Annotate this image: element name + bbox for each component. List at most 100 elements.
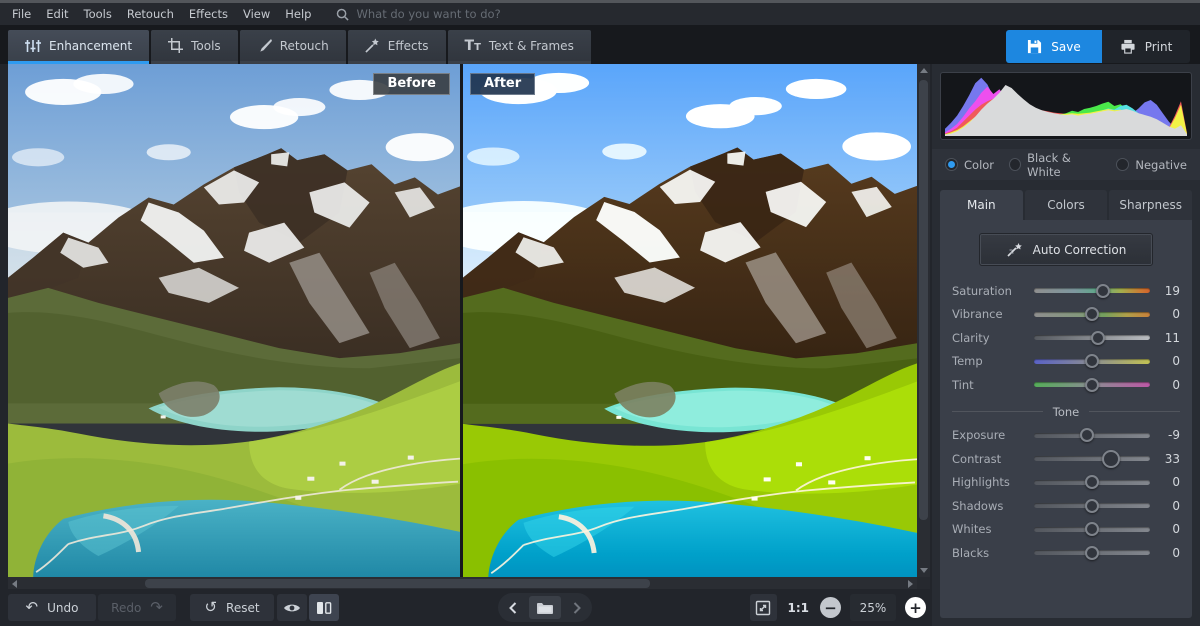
- tab-label: Effects: [388, 39, 429, 53]
- preview-original-button[interactable]: [277, 594, 307, 621]
- mode-radio-black-white[interactable]: Black & White: [1009, 151, 1101, 179]
- temp-value: 0: [1150, 354, 1180, 368]
- tint-slider-thumb[interactable]: [1085, 378, 1099, 392]
- slider-row-exposure: Exposure-9: [952, 424, 1180, 448]
- open-folder-button[interactable]: [529, 596, 561, 619]
- photo-editor-app: FileEditToolsRetouchEffectsViewHelp Enha…: [0, 0, 1200, 626]
- panel-tab-main[interactable]: Main: [940, 190, 1023, 220]
- menu-item-tools[interactable]: Tools: [84, 7, 112, 21]
- save-icon: [1027, 39, 1042, 54]
- slider-row-whites: Whites0: [952, 518, 1180, 542]
- zoom-level[interactable]: 25%: [850, 594, 896, 621]
- previous-photo-button[interactable]: [499, 596, 527, 619]
- adjustments-panel: Color Black & White Negative MainColorsSha…: [932, 64, 1200, 626]
- exposure-slider-track[interactable]: [1034, 433, 1150, 438]
- shadows-slider-thumb[interactable]: [1085, 499, 1099, 513]
- mode-label: Color: [964, 158, 994, 172]
- tone-section-label: Tone: [1053, 405, 1079, 419]
- print-button[interactable]: Print: [1102, 30, 1190, 63]
- vibrance-slider-thumb[interactable]: [1085, 307, 1099, 321]
- zoom-out-button[interactable]: −: [820, 597, 841, 618]
- after-image[interactable]: After: [463, 64, 917, 577]
- histogram-chart: [945, 76, 1187, 136]
- panel-tab-colors[interactable]: Colors: [1025, 190, 1108, 220]
- fit-to-screen-button[interactable]: [750, 594, 777, 621]
- zoom-controls: 1:1 − 25% +: [750, 594, 927, 621]
- tab-effects[interactable]: Effects: [348, 30, 446, 64]
- tab-tools[interactable]: Tools: [151, 30, 238, 64]
- clarity-slider-thumb[interactable]: [1091, 331, 1105, 345]
- blacks-slider-track[interactable]: [1034, 550, 1150, 555]
- menu-item-file[interactable]: File: [12, 7, 31, 21]
- radio-icon: [1116, 158, 1129, 171]
- auto-correction-label: Auto Correction: [1033, 243, 1127, 257]
- whites-slider-thumb[interactable]: [1085, 522, 1099, 536]
- clarity-slider-track[interactable]: [1034, 335, 1150, 340]
- highlights-slider-thumb[interactable]: [1085, 475, 1099, 489]
- undo-button[interactable]: ↶ Undo: [8, 594, 96, 621]
- compare-icon: [316, 601, 332, 615]
- highlights-slider-track[interactable]: [1034, 480, 1150, 485]
- redo-icon: ↷: [150, 600, 163, 615]
- tab-enhancement[interactable]: Enhancement: [8, 30, 149, 64]
- saturation-slider-track[interactable]: [1034, 288, 1150, 293]
- tint-slider-track[interactable]: [1034, 382, 1150, 387]
- search-input[interactable]: [356, 7, 596, 21]
- slider-label: Highlights: [952, 475, 1034, 489]
- vibrance-slider-track[interactable]: [1034, 312, 1150, 317]
- before-image[interactable]: Before: [8, 64, 460, 577]
- whites-slider-track[interactable]: [1034, 527, 1150, 532]
- slider-row-clarity: Clarity11: [952, 326, 1180, 350]
- vertical-scrollbar[interactable]: [917, 64, 930, 577]
- saturation-slider-thumb[interactable]: [1096, 284, 1110, 298]
- slider-row-blacks: Blacks0: [952, 541, 1180, 565]
- next-photo-button[interactable]: [563, 596, 591, 619]
- mode-radio-negative[interactable]: Negative: [1116, 158, 1187, 172]
- text-icon: TT: [465, 38, 481, 54]
- slider-row-highlights: Highlights 0: [952, 471, 1180, 495]
- compare-view-button[interactable]: [309, 594, 339, 621]
- panel-tab-sharpness[interactable]: Sharpness: [1109, 190, 1192, 220]
- mode-label: Black & White: [1027, 151, 1101, 179]
- tab-retouch[interactable]: Retouch: [240, 30, 346, 64]
- auto-correction-button[interactable]: Auto Correction: [979, 233, 1153, 266]
- menu-item-help[interactable]: Help: [285, 7, 311, 21]
- highlights-value: 0: [1150, 475, 1180, 489]
- undo-icon: ↶: [26, 600, 39, 615]
- reset-button[interactable]: ↺ Reset: [190, 594, 274, 621]
- actual-size-button[interactable]: 1:1: [786, 601, 812, 615]
- menu-item-effects[interactable]: Effects: [189, 7, 228, 21]
- mode-radio-color[interactable]: Color: [945, 158, 994, 172]
- tone-sliders: Exposure-9Contrast33Highlights0Shadows0W…: [952, 424, 1180, 565]
- panel-tabs: MainColorsSharpness: [940, 190, 1192, 220]
- temp-slider-track[interactable]: [1034, 359, 1150, 364]
- redo-button[interactable]: Redo ↷: [98, 594, 176, 621]
- tone-section-header: Tone: [952, 405, 1180, 419]
- scroll-up-arrow[interactable]: [917, 64, 930, 77]
- temp-slider-thumb[interactable]: [1085, 354, 1099, 368]
- histogram: [940, 72, 1192, 140]
- contrast-slider-track[interactable]: [1034, 456, 1150, 461]
- main-tab-content: Auto Correction Saturation19Vibrance0Cla…: [940, 220, 1192, 618]
- contrast-value: 33: [1150, 452, 1180, 466]
- slider-row-saturation: Saturation19: [952, 279, 1180, 303]
- exposure-slider-thumb[interactable]: [1080, 428, 1094, 442]
- contrast-slider-thumb[interactable]: [1102, 450, 1120, 468]
- menu-item-retouch[interactable]: Retouch: [127, 7, 174, 21]
- vertical-scroll-thumb[interactable]: [919, 80, 928, 520]
- before-photo: [8, 64, 460, 577]
- blacks-slider-thumb[interactable]: [1085, 546, 1099, 560]
- horizontal-scroll-thumb[interactable]: [145, 579, 650, 588]
- save-button[interactable]: Save: [1006, 30, 1102, 63]
- zoom-in-button[interactable]: +: [905, 597, 926, 618]
- fit-to-screen-icon: [755, 600, 771, 616]
- menu-item-edit[interactable]: Edit: [46, 7, 68, 21]
- scroll-down-arrow[interactable]: [917, 564, 930, 577]
- whites-value: 0: [1150, 522, 1180, 536]
- slider-label: Contrast: [952, 452, 1034, 466]
- tab-text-frames[interactable]: TTText & Frames: [448, 30, 591, 64]
- eye-icon: [283, 602, 301, 614]
- shadows-slider-track[interactable]: [1034, 503, 1150, 508]
- wand-icon: [365, 38, 380, 53]
- menu-item-view[interactable]: View: [243, 7, 270, 21]
